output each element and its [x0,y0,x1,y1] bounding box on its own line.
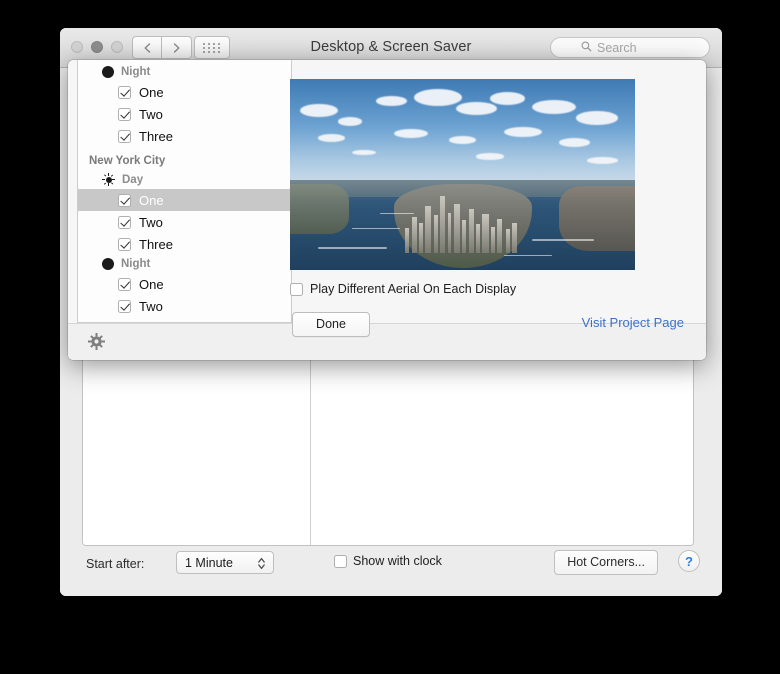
skyline [400,188,524,253]
checkbox-box[interactable] [118,129,131,143]
sun-icon [102,173,115,186]
gear-icon[interactable] [88,333,105,355]
checkbox-box[interactable] [118,215,131,229]
list-item[interactable]: One [78,189,291,211]
video-label: One [139,84,164,100]
moon-icon [102,258,114,270]
video-label: Two [139,214,163,230]
list-item[interactable]: One [78,81,291,103]
list-item[interactable]: Two [78,103,291,125]
checkbox-box [290,282,303,296]
video-label: Two [139,298,163,314]
chevron-updown-icon [257,556,266,576]
time-of-day-label: Day [122,173,144,186]
search-icon [581,39,592,57]
video-label: One [139,192,164,208]
start-after-value: 1 Minute [185,555,233,570]
search-placeholder: Search [597,40,637,55]
play-different-aerial-checkbox[interactable]: Play Different Aerial On Each Display [290,282,516,296]
aerial-video-list-content: Two Night One Two Three New York City [78,60,291,317]
time-of-day-row: Day [78,170,291,189]
video-label: Three [139,128,173,144]
show-with-clock-label: Show with clock [353,554,442,568]
time-of-day-label: Night [121,66,151,78]
list-item[interactable]: Three [78,233,291,255]
list-item[interactable]: One [78,273,291,295]
time-of-day-row: Night [78,255,291,273]
checkbox-box[interactable] [118,85,131,99]
visit-project-page-link[interactable]: Visit Project Page [582,315,684,330]
group-header: New York City [89,155,166,167]
list-item[interactable]: Three [78,125,291,147]
play-different-aerial-label: Play Different Aerial On Each Display [310,282,517,296]
video-label: Three [139,236,173,252]
checkbox-box[interactable] [118,277,131,291]
checkbox-box[interactable] [118,237,131,251]
search-input[interactable]: Search [550,37,710,58]
list-item[interactable]: Two [78,211,291,233]
aerial-video-list[interactable]: Two Night One Two Three New York City [77,60,292,323]
done-button[interactable]: Done [292,312,370,337]
moon-icon [102,66,114,78]
checkbox-box[interactable] [118,193,131,207]
help-button[interactable]: ? [678,550,700,572]
video-label: One [139,276,164,292]
show-with-clock-checkbox[interactable]: Show with clock [334,554,442,568]
start-after-select[interactable]: 1 Minute [176,551,274,574]
time-of-day-label: Night [121,258,151,270]
checkbox-box [334,554,347,568]
aerial-popover: Two Night One Two Three New York City [68,60,706,360]
video-label: Two [139,106,163,122]
checkbox-box[interactable] [118,299,131,313]
hot-corners-button[interactable]: Hot Corners... [554,550,658,575]
start-after-label: Start after: [86,557,145,571]
aerial-preview-image [290,79,635,270]
checkbox-box[interactable] [118,107,131,121]
list-item[interactable]: Two [78,295,291,317]
time-of-day-row: Night [78,63,291,81]
bottom-controls: Start after: 1 Minute Show with clock Ho… [82,548,700,584]
